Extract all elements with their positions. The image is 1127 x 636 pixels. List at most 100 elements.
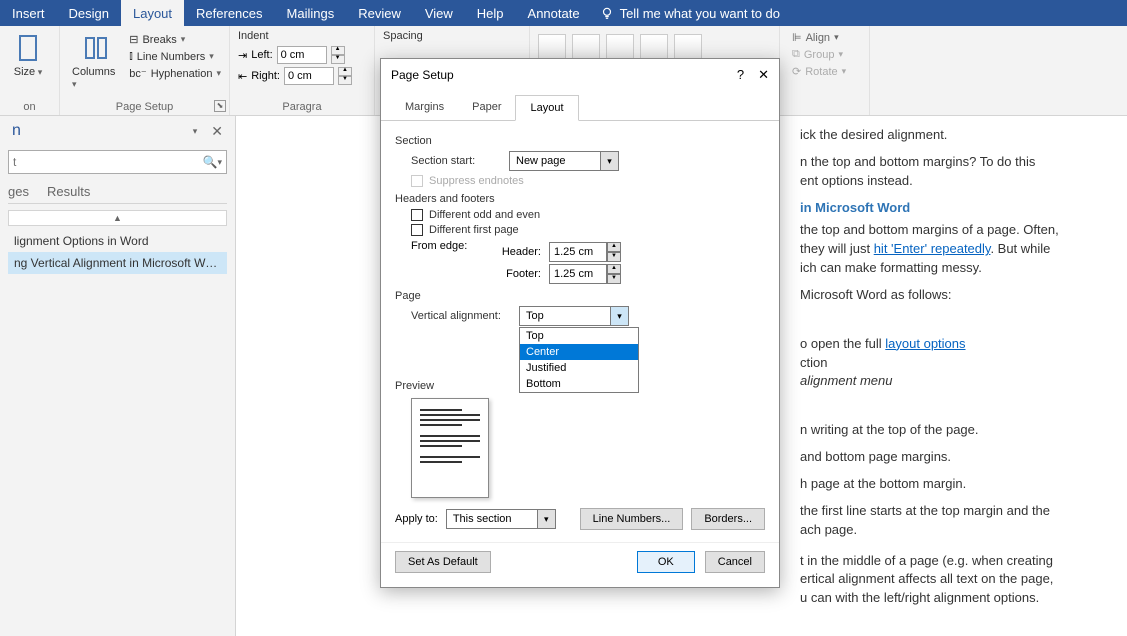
nav-heading-item[interactable]: lignment Options in Word [8,230,227,252]
indent-right-input[interactable] [284,67,334,85]
doc-text: ction [800,355,827,370]
spin-up[interactable]: ▲ [607,242,621,252]
set-default-button[interactable]: Set As Default [395,551,491,573]
va-dropdown-list: Top Center Justified Bottom [519,327,639,393]
doc-link[interactable]: layout options [885,336,965,351]
tab-layout[interactable]: Layout [121,0,184,26]
footer-input[interactable]: ▲▼ [549,264,621,284]
dlg-tab-paper[interactable]: Paper [458,95,515,120]
tab-help[interactable]: Help [465,0,516,26]
nav-heading-item-selected[interactable]: ng Vertical Alignment in Microsoft Word [8,252,227,274]
va-option-bottom[interactable]: Bottom [520,376,638,392]
header-label: Header: [491,246,541,258]
hyphenation-button[interactable]: bc⁻Hyphenation ▾ [129,66,221,81]
dialog-footer: Set As Default OK Cancel [381,542,779,587]
rotate-button[interactable]: ⟳Rotate ▾ [788,64,861,79]
tab-review[interactable]: Review [346,0,413,26]
dialog-tabs: Margins Paper Layout [381,95,779,121]
tab-mailings[interactable]: Mailings [275,0,347,26]
nav-tab-results[interactable]: Results [47,184,90,199]
dialog-help-button[interactable]: ? [737,67,744,83]
columns-icon [80,32,112,64]
chevron-down-icon[interactable]: ▾ [537,510,555,528]
spin-down[interactable]: ▼ [607,252,621,262]
indent-right-label: Right: [251,70,280,82]
size-button[interactable]: Size ▾ [8,30,48,80]
header-input[interactable]: ▲▼ [549,242,621,262]
applyto-select[interactable]: This section ▾ [446,509,556,529]
hyphen-icon: bc⁻ [129,67,146,80]
search-icon[interactable]: 🔍 [203,155,218,169]
group-label-on: on [8,101,51,113]
rotate-icon: ⟳ [792,65,801,78]
tab-view[interactable]: View [413,0,465,26]
group-icon: ⧉ [792,48,800,61]
spin-up[interactable]: ▲ [607,264,621,274]
columns-button[interactable]: Columns ▾ [68,30,123,92]
preview-thumbnail [411,398,489,498]
nav-tab-pages[interactable]: ges [8,184,29,199]
footer-label: Footer: [491,268,541,280]
doc-text: they will just [800,241,874,256]
checkbox-icon [411,224,423,236]
group-obj-button[interactable]: ⧉Group ▾ [788,47,861,62]
nav-collapse-button[interactable]: ▲ [8,210,227,226]
indent-left-down[interactable]: ▼ [331,55,345,64]
indent-right-up[interactable]: ▲ [338,67,352,76]
doc-text: t in the middle of a page (e.g. when cre… [800,553,1053,568]
va-option-justified[interactable]: Justified [520,360,638,376]
nav-tabs: ges Results [8,184,227,204]
doc-text: o open the full [800,336,885,351]
nav-search-input[interactable] [13,155,203,169]
doc-text: ick the desired alignment. [800,126,1107,145]
doc-link[interactable]: hit 'Enter' repeatedly [874,241,991,256]
nav-search-box[interactable]: 🔍 ▾ [8,150,227,174]
applyto-label: Apply to: [395,513,438,525]
hf-title: Headers and footers [395,193,765,205]
tab-annotate[interactable]: Annotate [516,0,592,26]
section-start-select[interactable]: New page ▾ [509,151,619,171]
doc-text: u can with the left/right alignment opti… [800,590,1039,605]
indent-right-down[interactable]: ▼ [338,76,352,85]
footer-value[interactable] [549,264,607,284]
chevron-down-icon[interactable]: ▾ [600,152,618,170]
cancel-button[interactable]: Cancel [705,551,765,573]
doc-text: ich can make formatting messy. [800,260,982,275]
search-arrow[interactable]: ▾ [217,157,222,168]
dlg-tab-margins[interactable]: Margins [391,95,458,120]
tell-me-search[interactable]: Tell me what you want to do [600,6,780,21]
nav-menu-arrow[interactable]: ▾ [193,126,198,137]
line-numbers-button[interactable]: ⫾Line Numbers ▾ [129,49,221,64]
spin-down[interactable]: ▼ [607,274,621,284]
ok-button[interactable]: OK [637,551,695,573]
tab-insert[interactable]: Insert [0,0,57,26]
align-button[interactable]: ⊫Align ▾ [788,30,861,45]
indent-left-input[interactable] [277,46,327,64]
chevron-down-icon[interactable]: ▾ [610,307,628,325]
doc-text: h page at the bottom margin. [800,475,1107,494]
section-start-label: Section start: [411,155,501,167]
breaks-button[interactable]: ⊟Breaks ▾ [129,32,221,47]
odd-even-checkbox[interactable]: Different odd and even [411,209,765,221]
pagesetup-label: Page Setup [68,101,221,113]
borders-button[interactable]: Borders... [691,508,765,530]
first-page-checkbox[interactable]: Different first page [411,224,765,236]
vertical-alignment-select[interactable]: Top ▾ Top Center Justified Bottom [519,306,629,326]
line-numbers-button[interactable]: Line Numbers... [580,508,684,530]
indent-left-up[interactable]: ▲ [331,46,345,55]
applyto-value: This section [447,513,537,525]
pagesetup-launcher[interactable]: ⬊ [214,100,226,112]
ribbon-tabs: Insert Design Layout References Mailings… [0,0,1127,26]
va-option-top[interactable]: Top [520,328,638,344]
tab-design[interactable]: Design [57,0,121,26]
dlg-tab-layout[interactable]: Layout [515,95,578,121]
nav-close-button[interactable]: ✕ [211,123,223,140]
group-pagesetup-left: Size ▾ on [0,26,60,115]
checkbox-icon [411,209,423,221]
dialog-close-button[interactable]: ✕ [758,67,769,83]
va-option-center[interactable]: Center [520,344,638,360]
tab-references[interactable]: References [184,0,274,26]
header-value[interactable] [549,242,607,262]
paragraph-label: Paragra [238,101,366,113]
size-icon [12,32,44,64]
